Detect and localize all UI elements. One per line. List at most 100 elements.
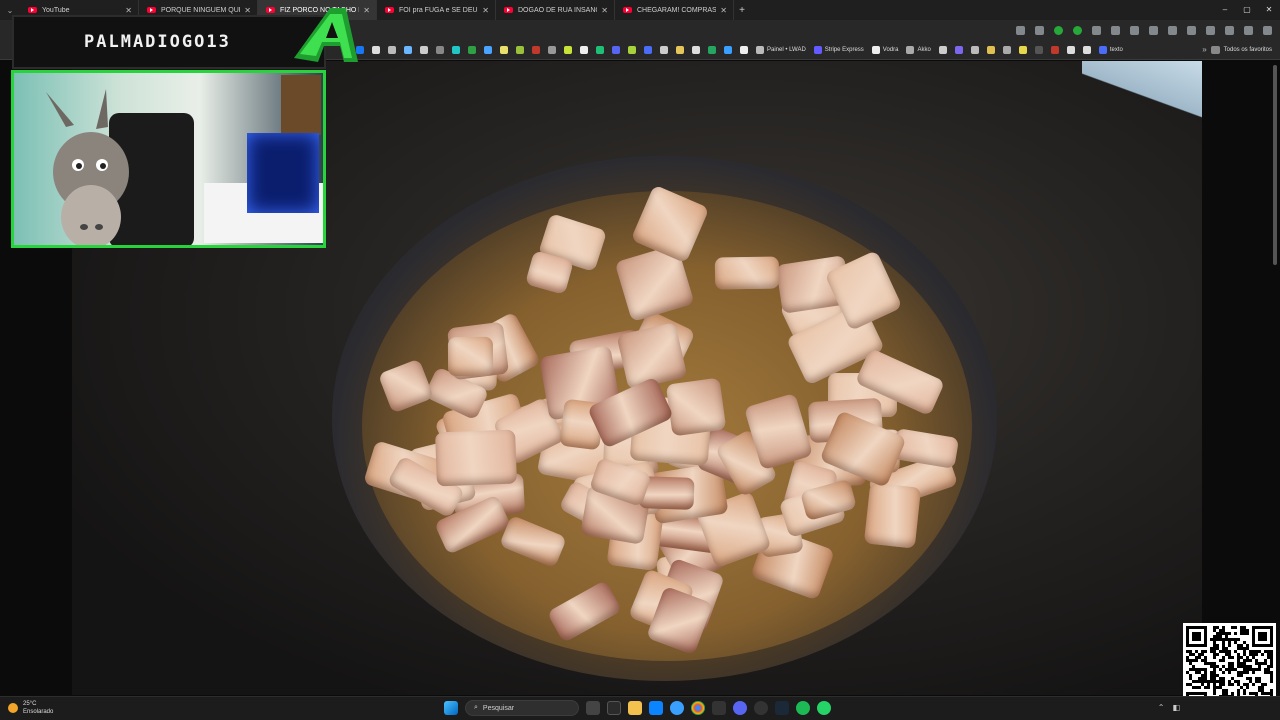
bookmark-icon[interactable]: [724, 45, 732, 54]
minimize-button[interactable]: –: [1214, 0, 1236, 20]
maximize-button[interactable]: ▢: [1236, 0, 1258, 20]
bookmark-icon[interactable]: [628, 45, 636, 54]
puzzle-icon[interactable]: [1130, 25, 1139, 35]
bookmark-icon[interactable]: [938, 45, 947, 54]
bookmark-icon[interactable]: [1018, 45, 1027, 54]
bookmark-icon[interactable]: [420, 45, 428, 54]
store-icon[interactable]: [607, 701, 621, 715]
tab-title: CHEGARAM! COMPRAS DA SH...: [637, 6, 717, 14]
bookmark-texto[interactable]: texto: [1098, 45, 1123, 54]
downloads-icon[interactable]: [1206, 25, 1215, 35]
youtube-icon: [623, 7, 632, 13]
bookmark-label: texto: [1109, 46, 1123, 53]
close-icon[interactable]: ✕: [125, 6, 132, 15]
network-icon[interactable]: ◧: [1172, 703, 1180, 712]
profile-icon[interactable]: [1244, 25, 1253, 35]
bookmark-icon[interactable]: [644, 45, 652, 54]
bookmark-icon[interactable]: [500, 45, 508, 54]
scrollbar-thumb[interactable]: [1273, 65, 1277, 265]
install-app-icon[interactable]: [1016, 25, 1025, 35]
split-screen-icon[interactable]: [1149, 25, 1158, 35]
bookmark-icon[interactable]: [452, 45, 460, 54]
bookmark-icon[interactable]: [564, 45, 572, 54]
weather-widget[interactable]: 25°C Ensolarado: [8, 700, 53, 716]
stripe-icon: [813, 45, 822, 54]
bookmark-icon[interactable]: [708, 45, 716, 54]
task-view-icon[interactable]: [586, 701, 600, 715]
more-icon[interactable]: [1263, 25, 1272, 35]
close-icon[interactable]: ✕: [482, 6, 489, 15]
bookmark-icon: [871, 45, 880, 54]
star-icon[interactable]: [1035, 25, 1044, 35]
discord-icon[interactable]: [733, 701, 747, 715]
bookmark-icon[interactable]: [596, 45, 604, 54]
bookmark-icon[interactable]: [580, 45, 588, 54]
bookmark-akko[interactable]: Akko: [906, 45, 931, 54]
tab-video-5[interactable]: DOGÃO DE RUA INSANO..."Q... ✕: [496, 0, 615, 20]
bookmark-icon[interactable]: [548, 45, 556, 54]
bookmark-icon[interactable]: [436, 45, 444, 54]
extension-green-icon[interactable]: [1073, 25, 1082, 35]
close-window-button[interactable]: ✕: [1258, 0, 1280, 20]
spotify-icon[interactable]: [796, 701, 810, 715]
bookmark-icon[interactable]: [612, 45, 620, 54]
new-tab-button[interactable]: +: [734, 5, 750, 16]
tab-search-icon[interactable]: ⌄: [0, 6, 20, 15]
bookmark-icon[interactable]: [692, 45, 700, 54]
bookmark-icon[interactable]: [740, 45, 748, 54]
youtube-icon: [28, 7, 37, 13]
whatsapp-icon[interactable]: [817, 701, 831, 715]
video-background: [1082, 61, 1202, 141]
pc-case: [247, 133, 319, 213]
edge-icon[interactable]: [649, 701, 663, 715]
all-favorites-link[interactable]: Todos os favoritos: [1224, 47, 1272, 53]
bookmark-vodra[interactable]: Vodra: [871, 45, 898, 54]
bookmark-icon[interactable]: [404, 45, 412, 54]
history-icon[interactable]: [1187, 25, 1196, 35]
bookmark-icon[interactable]: [970, 45, 979, 54]
capcut-icon[interactable]: [712, 701, 726, 715]
extension-icon[interactable]: [1092, 25, 1101, 35]
x-icon[interactable]: [372, 45, 380, 54]
chevron-up-icon[interactable]: ⌃: [1158, 703, 1165, 712]
steam-icon[interactable]: [775, 701, 789, 715]
close-icon[interactable]: ✕: [363, 6, 370, 15]
bookmark-icon[interactable]: [1034, 45, 1043, 54]
tab-video-4[interactable]: FOI pra FUGA e SE DEU MAL - ✕: [377, 0, 496, 20]
favorites-icon[interactable]: [1168, 25, 1177, 35]
bookmark-icon[interactable]: [954, 45, 963, 54]
weather-temp: 25°C: [23, 701, 37, 707]
collections-icon[interactable]: [1225, 25, 1234, 35]
obs-icon[interactable]: [754, 701, 768, 715]
bookmark-icon[interactable]: [532, 45, 540, 54]
bookmark-icon[interactable]: [516, 45, 524, 54]
extension-green-icon[interactable]: [1054, 25, 1063, 35]
bookmark-icon[interactable]: [986, 45, 995, 54]
browser-icon[interactable]: [670, 701, 684, 715]
close-icon[interactable]: ✕: [720, 6, 727, 15]
tab-video-6[interactable]: CHEGARAM! COMPRAS DA SH... ✕: [615, 0, 734, 20]
speaker-icon[interactable]: [1111, 25, 1120, 35]
bookmark-icon[interactable]: [676, 45, 684, 54]
bookmark-stripe[interactable]: Stripe Express: [813, 45, 864, 54]
bookmark-icon[interactable]: [1050, 45, 1059, 54]
bookmark-icon[interactable]: [468, 45, 476, 54]
taskbar-search[interactable]: ⌕ Pesquisar: [465, 700, 579, 716]
bookmark-icon[interactable]: [1082, 45, 1091, 54]
bookmark-icon[interactable]: [1002, 45, 1011, 54]
chevron-right-icon[interactable]: »: [1202, 45, 1206, 54]
page-scrollbar[interactable]: [1272, 61, 1278, 695]
bookmark-icon[interactable]: [388, 45, 396, 54]
youtube-icon: [147, 7, 156, 13]
bookmark-icon[interactable]: [484, 45, 492, 54]
bookmark-icon[interactable]: [660, 45, 668, 54]
bookmark-icon: [756, 45, 764, 54]
bookmark-painel[interactable]: Painel • LWAD: [756, 45, 806, 54]
windows-start-icon[interactable]: [444, 701, 458, 715]
file-explorer-icon[interactable]: [628, 701, 642, 715]
close-icon[interactable]: ✕: [244, 6, 251, 15]
close-icon[interactable]: ✕: [601, 6, 608, 15]
bookmark-icon[interactable]: [1066, 45, 1075, 54]
chrome-icon[interactable]: [691, 701, 705, 715]
search-icon: ⌕: [474, 704, 478, 711]
